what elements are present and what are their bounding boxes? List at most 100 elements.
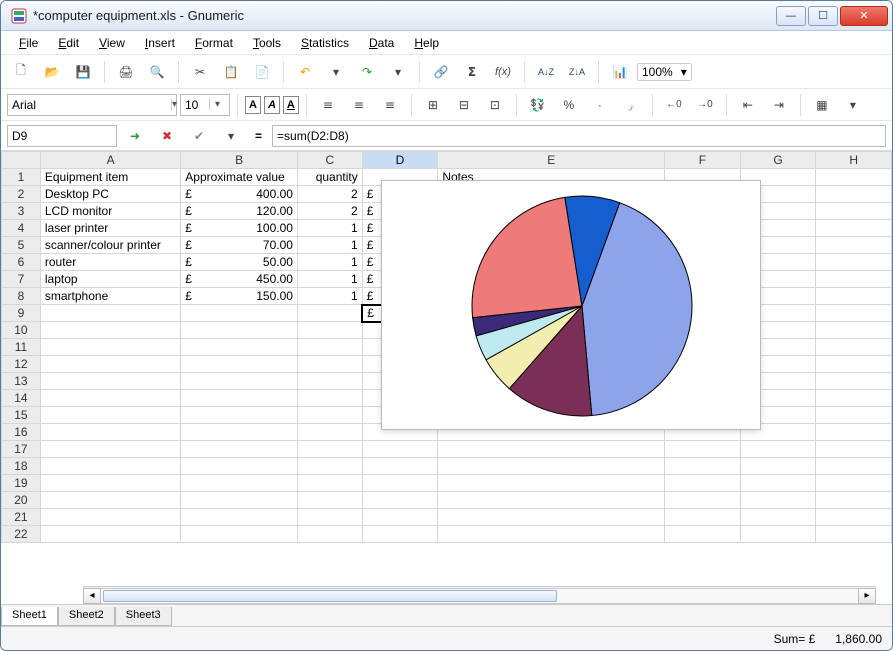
col-header-F[interactable]: F — [665, 152, 741, 169]
cell[interactable]: LCD monitor — [40, 203, 180, 220]
cell[interactable]: £450.00 — [181, 271, 298, 288]
row-header[interactable]: 13 — [2, 373, 41, 390]
redo-button[interactable]: ↷ — [353, 59, 381, 85]
row-header[interactable]: 8 — [2, 288, 41, 305]
chart-object[interactable] — [381, 180, 761, 430]
cell[interactable]: £100.00 — [181, 220, 298, 237]
copy-button[interactable]: 📋 — [217, 59, 245, 85]
tab-sheet3[interactable]: Sheet3 — [115, 607, 172, 626]
hyperlink-button[interactable]: 🔗 — [427, 59, 455, 85]
menu-statistics[interactable]: Statistics — [293, 33, 357, 53]
row-header[interactable]: 10 — [2, 322, 41, 339]
scroll-left-button[interactable]: ◂ — [83, 588, 101, 604]
cell[interactable]: £150.00 — [181, 288, 298, 305]
cell[interactable]: 1 — [297, 237, 362, 254]
cell[interactable]: 1 — [297, 220, 362, 237]
split-button[interactable]: ⊡ — [481, 92, 509, 118]
cell-reference-combo[interactable] — [7, 125, 117, 147]
inc-indent-button[interactable]: ⇥ — [765, 92, 793, 118]
formula-input[interactable] — [273, 126, 885, 146]
center-across-button[interactable]: ⊞ — [419, 92, 447, 118]
sum-button[interactable]: Σ — [458, 59, 486, 85]
menu-data[interactable]: Data — [361, 33, 402, 53]
row-header[interactable]: 1 — [2, 169, 41, 186]
font-size-input[interactable] — [181, 95, 209, 115]
accounting-button[interactable]: ٫ — [617, 92, 645, 118]
open-button[interactable]: 📂 — [38, 59, 66, 85]
print-button[interactable]: 🖨 — [112, 59, 140, 85]
cell[interactable]: smartphone — [40, 288, 180, 305]
row-header[interactable]: 3 — [2, 203, 41, 220]
row-header[interactable]: 14 — [2, 390, 41, 407]
dec-indent-button[interactable]: ⇤ — [734, 92, 762, 118]
italic-button[interactable]: A — [264, 96, 280, 114]
row-header[interactable]: 16 — [2, 424, 41, 441]
col-header-E[interactable]: E — [438, 152, 665, 169]
cell[interactable]: Approximate value — [181, 169, 298, 186]
goto-button[interactable]: ➜ — [121, 123, 149, 149]
cell[interactable]: 1 — [297, 254, 362, 271]
cell[interactable]: laser printer — [40, 220, 180, 237]
menu-edit[interactable]: Edit — [50, 33, 87, 53]
row-header[interactable]: 7 — [2, 271, 41, 288]
font-name-input[interactable] — [8, 95, 171, 115]
print-preview-button[interactable]: 🔍 — [143, 59, 171, 85]
cell[interactable] — [181, 305, 298, 322]
chevron-down-icon[interactable]: ▾ — [209, 99, 225, 110]
cell[interactable] — [297, 305, 362, 322]
borders-button[interactable]: ▦ — [808, 92, 836, 118]
select-all[interactable] — [2, 152, 41, 169]
row-header[interactable]: 21 — [2, 509, 41, 526]
borders-drop[interactable]: ▾ — [839, 92, 867, 118]
undo-drop[interactable]: ▾ — [322, 59, 350, 85]
cancel-edit-button[interactable]: ✖ — [153, 123, 181, 149]
tab-sheet1[interactable]: Sheet1 — [1, 607, 58, 626]
align-center-button[interactable]: ≡ — [345, 92, 373, 118]
thousands-button[interactable]: · — [586, 92, 614, 118]
align-right-button[interactable]: ≡ — [376, 92, 404, 118]
font-name-combo[interactable]: ▾ — [7, 94, 177, 116]
undo-button[interactable]: ↶ — [291, 59, 319, 85]
col-header-B[interactable]: B — [181, 152, 298, 169]
cell[interactable]: £70.00 — [181, 237, 298, 254]
col-header-G[interactable]: G — [740, 152, 816, 169]
menu-view[interactable]: View — [91, 33, 133, 53]
sort-asc-button[interactable]: A↓Z — [532, 59, 560, 85]
font-size-combo[interactable]: ▾ — [180, 94, 230, 116]
col-header-H[interactable]: H — [816, 152, 892, 169]
accept-drop[interactable]: ▾ — [217, 123, 245, 149]
scroll-right-button[interactable]: ▸ — [858, 588, 876, 604]
row-header[interactable]: 4 — [2, 220, 41, 237]
cell[interactable]: quantity — [297, 169, 362, 186]
formula-bar[interactable] — [272, 125, 886, 147]
save-button[interactable]: 💾 — [69, 59, 97, 85]
cell[interactable]: 2 — [297, 203, 362, 220]
function-button[interactable]: f(x) — [489, 59, 517, 85]
tab-sheet2[interactable]: Sheet2 — [58, 607, 115, 626]
menu-file[interactable]: File — [11, 33, 46, 53]
inc-decimals-button[interactable]: ←0 — [660, 92, 688, 118]
new-button[interactable]: 🗋 — [7, 59, 35, 85]
scroll-track[interactable] — [101, 588, 858, 604]
row-header[interactable]: 6 — [2, 254, 41, 271]
row-header[interactable]: 17 — [2, 441, 41, 458]
redo-drop[interactable]: ▾ — [384, 59, 412, 85]
row-header[interactable]: 11 — [2, 339, 41, 356]
cell[interactable]: router — [40, 254, 180, 271]
cell[interactable] — [40, 305, 180, 322]
row-header[interactable]: 2 — [2, 186, 41, 203]
close-button[interactable]: ✕ — [840, 6, 888, 26]
bold-button[interactable]: A — [245, 96, 261, 114]
chevron-down-icon[interactable]: ▾ — [171, 99, 177, 110]
minimize-button[interactable]: — — [776, 6, 806, 26]
scroll-thumb[interactable] — [103, 590, 557, 602]
row-header[interactable]: 20 — [2, 492, 41, 509]
cut-button[interactable]: ✂ — [186, 59, 214, 85]
row-header[interactable]: 18 — [2, 458, 41, 475]
paste-button[interactable]: 📄 — [248, 59, 276, 85]
cell[interactable]: £400.00 — [181, 186, 298, 203]
menu-tools[interactable]: Tools — [245, 33, 289, 53]
accept-edit-button[interactable]: ✔ — [185, 123, 213, 149]
cell[interactable]: £120.00 — [181, 203, 298, 220]
dec-decimals-button[interactable]: →0 — [691, 92, 719, 118]
